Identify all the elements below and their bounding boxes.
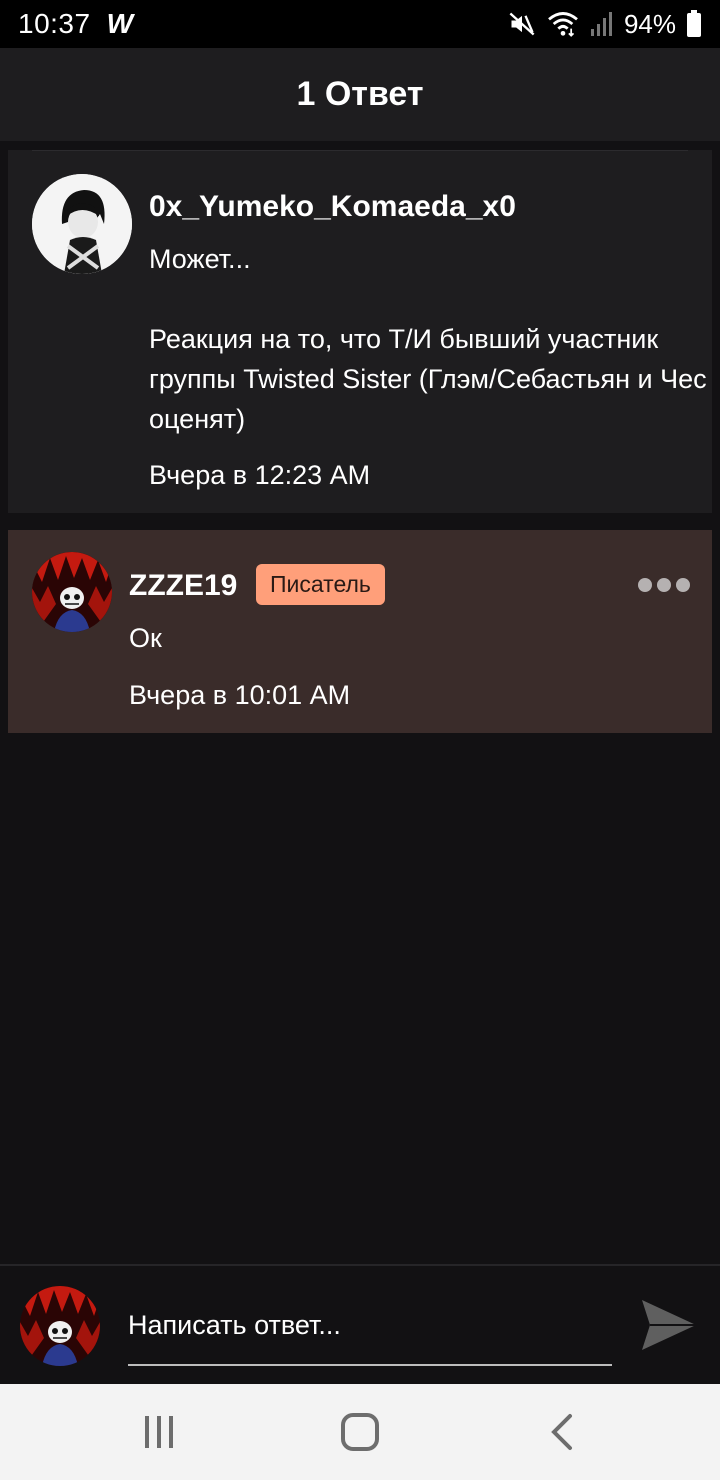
- comment-author[interactable]: ZZZE19: [129, 569, 237, 603]
- dot: [638, 578, 652, 592]
- comment-timestamp: Вчера в 12:23 AM: [149, 460, 371, 490]
- reply-input[interactable]: [128, 1292, 612, 1366]
- parent-comment: 0x_Yumeko_Komaeda_x0 Может... Реакция на…: [8, 150, 712, 513]
- avatar-image: [32, 174, 132, 274]
- home-icon[interactable]: [340, 1412, 380, 1452]
- battery-icon: [687, 10, 701, 37]
- signal-icon: [590, 12, 612, 36]
- header: 1 Ответ: [0, 48, 720, 141]
- mute-icon: [509, 12, 535, 36]
- system-nav-bar: [0, 1384, 720, 1480]
- back-icon[interactable]: [542, 1412, 582, 1452]
- battery-percent: 94%: [623, 8, 676, 39]
- status-time: 10:37: [18, 8, 91, 39]
- dot: [657, 578, 671, 592]
- page-title: 1 Ответ: [296, 75, 424, 113]
- comment-timestamp: Вчера в 10:01 AM: [129, 680, 351, 710]
- comment-author[interactable]: 0x_Yumeko_Komaeda_x0: [149, 190, 516, 224]
- more-options-icon[interactable]: [638, 576, 690, 594]
- reply-comment: ZZZE19 Писатель Ок Вчера в 10:01 AM: [8, 530, 712, 733]
- comment-body: Может... Реакция на то, что Т/И бывший у…: [149, 244, 707, 434]
- comment-body: Ок: [129, 623, 162, 653]
- wattpad-icon: W: [106, 8, 134, 39]
- divider: [32, 150, 688, 151]
- send-icon[interactable]: [640, 1298, 698, 1352]
- avatar-image: [32, 552, 112, 632]
- avatar[interactable]: [32, 174, 132, 274]
- role-badge: Писатель: [256, 564, 385, 605]
- avatar: [20, 1286, 100, 1366]
- compose-bar: [0, 1264, 720, 1384]
- status-bar: 10:37 W 94%: [0, 0, 720, 48]
- status-icons: 94%: [508, 9, 702, 40]
- avatar[interactable]: [32, 552, 112, 632]
- avatar-image: [20, 1286, 100, 1366]
- recent-apps-icon[interactable]: [139, 1412, 179, 1452]
- dot: [676, 578, 690, 592]
- wifi-icon: [548, 12, 578, 37]
